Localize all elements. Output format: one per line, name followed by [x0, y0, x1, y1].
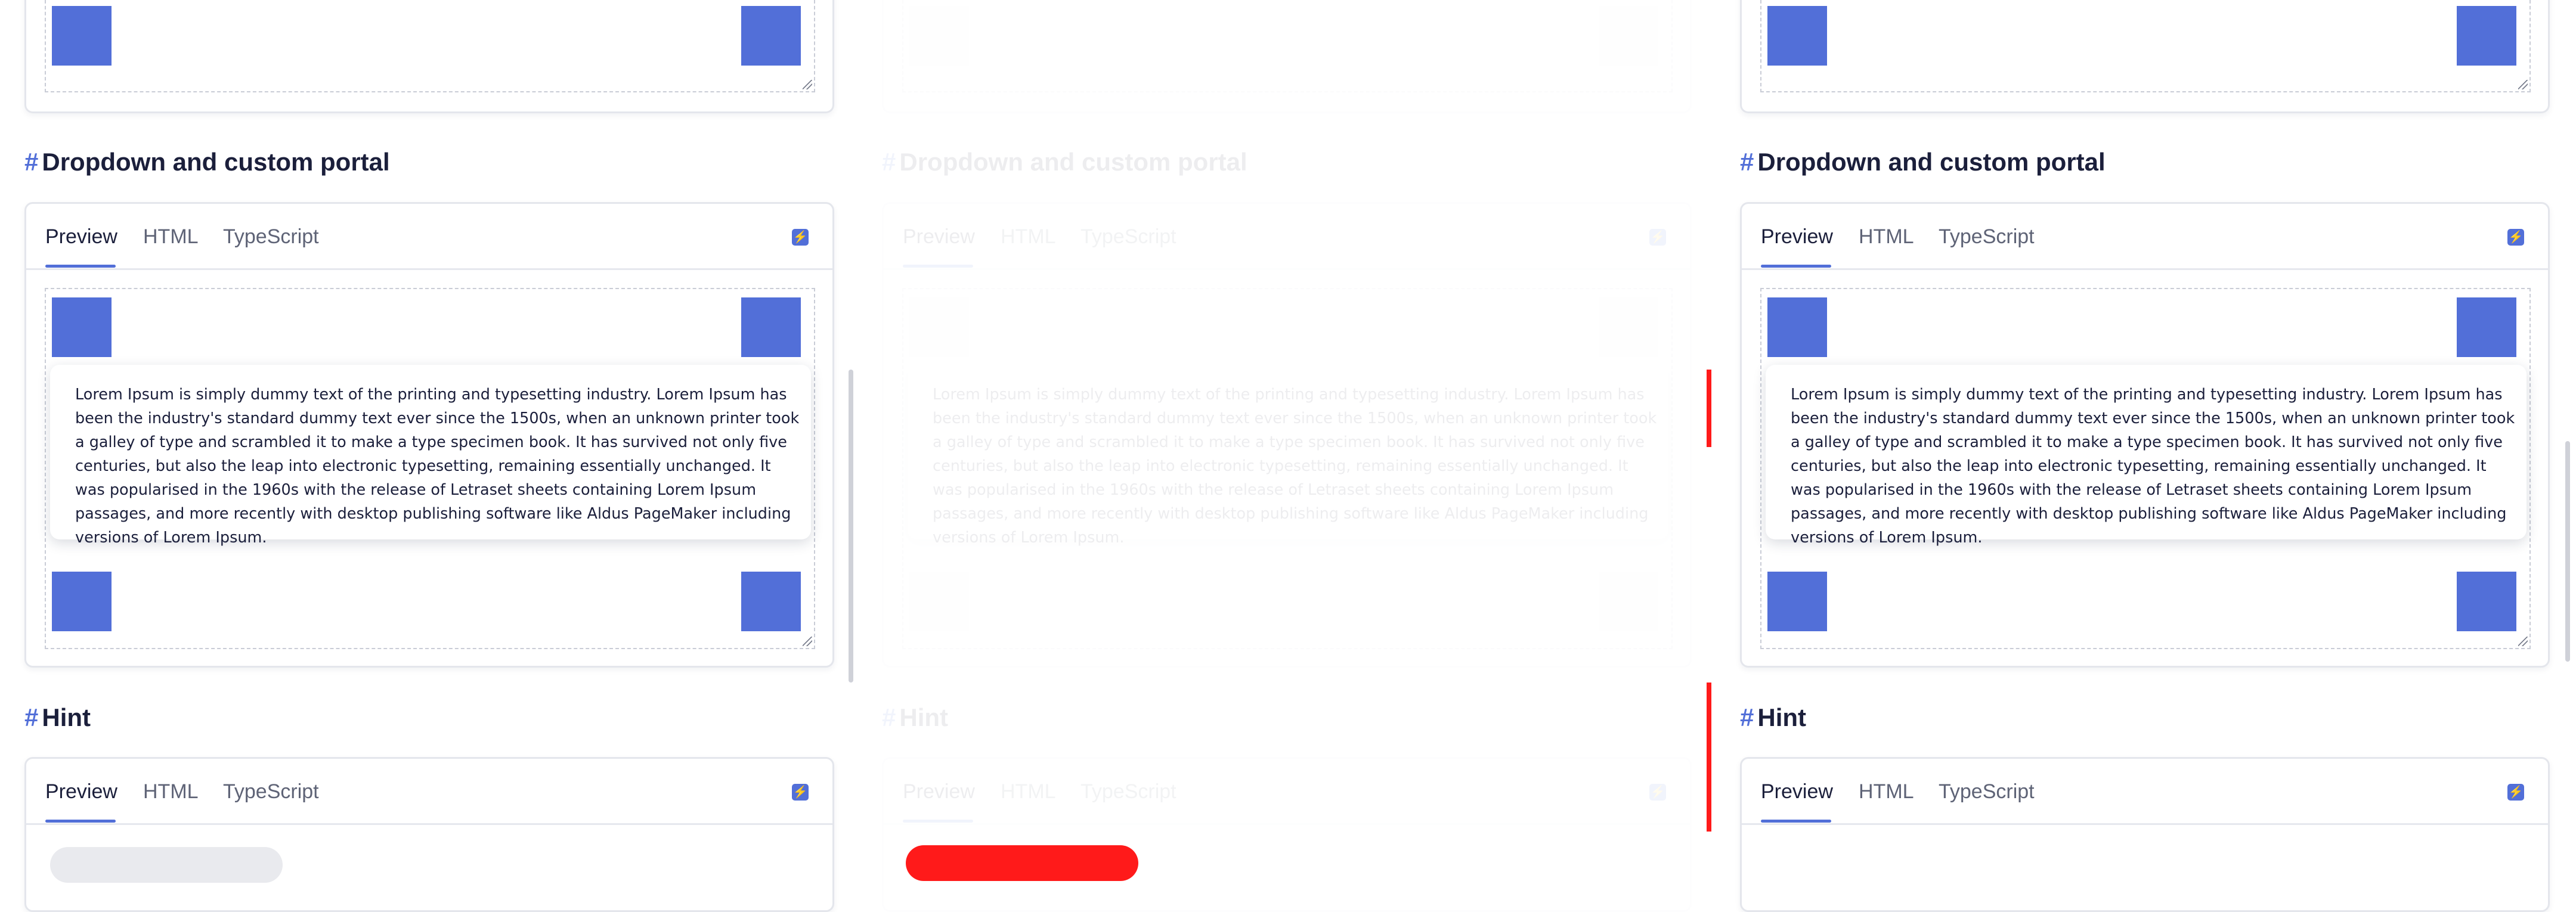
lightning-icon[interactable]: ⚡ [792, 229, 809, 246]
lightning-icon[interactable]: ⚡ [2507, 784, 2524, 801]
anchor-link[interactable]: # [882, 148, 896, 176]
anchor-square[interactable] [741, 6, 801, 66]
active-tab-indicator [45, 820, 116, 823]
demo-card-dropdown: Preview HTML TypeScript ⚡ Lorem Ipsum is… [882, 202, 1692, 668]
anchor-square[interactable] [2457, 297, 2516, 357]
demo-card-dropdown: Preview HTML TypeScript ⚡ Lorem Ipsum is… [1740, 202, 2550, 668]
section-heading-hint: # Hint [1740, 703, 1807, 731]
anchor-square[interactable] [2457, 6, 2516, 66]
demo-card-hint: Preview HTML TypeScript ⚡ [1740, 757, 2550, 912]
demo-column-3: # Dropdown and custom portal Preview HTML… [1740, 0, 2570, 912]
anchor-square[interactable] [1767, 6, 1827, 66]
tab-typescript[interactable]: TypeScript [1080, 780, 1176, 804]
anchor-square[interactable] [1599, 572, 1658, 631]
dropdown-popover: Lorem Ipsum is simply dummy text of the … [1766, 365, 2527, 547]
tab-bar: Preview HTML TypeScript ⚡ [26, 204, 832, 270]
section-heading-dropdown: # Dropdown and custom portal [24, 148, 390, 176]
anchor-square[interactable] [1599, 6, 1658, 66]
anchor-square[interactable] [52, 572, 112, 631]
section-heading-dropdown: # Dropdown and custom portal [882, 148, 1247, 176]
anchor-square[interactable] [52, 297, 112, 357]
active-tab-indicator [903, 820, 973, 823]
previous-demo-card [24, 0, 834, 113]
active-tab-indicator [903, 265, 973, 268]
resize-grip-icon[interactable] [803, 637, 812, 646]
tab-preview[interactable]: Preview [1761, 780, 1833, 804]
active-tab-indicator [45, 265, 116, 268]
demo-column-1: # Dropdown and custom portal Preview HTML… [24, 0, 853, 912]
anchor-link[interactable]: # [1740, 703, 1754, 731]
demo-column-2: # Dropdown and custom portal Preview HTML… [882, 0, 1693, 912]
demo-frame [902, 0, 1673, 92]
popover-text: Lorem Ipsum is simply dummy text of the … [933, 386, 1657, 547]
anchor-square[interactable] [909, 297, 969, 357]
tab-bar: Preview HTML TypeScript ⚡ [1742, 204, 2548, 270]
lightning-icon[interactable]: ⚡ [1649, 229, 1666, 246]
tab-typescript[interactable]: TypeScript [1939, 780, 2035, 804]
anchor-square[interactable] [1767, 297, 1827, 357]
active-tab-indicator [1761, 820, 1831, 823]
tab-html[interactable]: HTML [143, 780, 199, 804]
anchor-square[interactable] [741, 297, 801, 357]
dropdown-popover: Lorem Ipsum is simply dummy text of the … [908, 365, 1668, 547]
dropdown-popover: Lorem Ipsum is simply dummy text of the … [50, 365, 811, 547]
tab-preview[interactable]: Preview [1761, 225, 1833, 249]
anchor-square[interactable] [1767, 572, 1827, 631]
tab-bar: Preview HTML TypeScript ⚡ [26, 759, 832, 825]
popover-text: Lorem Ipsum is simply dummy text of the … [75, 386, 800, 547]
anchor-square[interactable] [909, 572, 969, 631]
anchor-square[interactable] [909, 6, 969, 66]
tab-html[interactable]: HTML [1001, 225, 1056, 249]
section-heading-dropdown: # Dropdown and custom portal [1740, 148, 2106, 176]
tab-html[interactable]: HTML [1859, 780, 1914, 804]
tab-html[interactable]: HTML [1859, 225, 1914, 249]
resize-grip-icon[interactable] [2518, 637, 2528, 646]
tab-typescript[interactable]: TypeScript [1080, 225, 1176, 249]
lightning-icon[interactable]: ⚡ [2507, 229, 2524, 246]
demo-frame [1760, 0, 2531, 92]
active-tab-indicator [1761, 265, 1831, 268]
scrollbar-thumb[interactable] [2565, 441, 2570, 662]
section-heading-hint: # Hint [882, 703, 949, 731]
highlight-marker [1707, 370, 1711, 447]
demo-card-hint: Preview HTML TypeScript ⚡ [24, 757, 834, 912]
popover-text: Lorem Ipsum is simply dummy text of the … [1791, 386, 2515, 547]
demo-card-hint: Preview HTML TypeScript ⚡ [882, 757, 1692, 912]
tab-html[interactable]: HTML [1001, 780, 1056, 804]
anchor-link[interactable]: # [24, 703, 38, 731]
tab-typescript[interactable]: TypeScript [223, 780, 319, 804]
anchor-square[interactable] [52, 6, 112, 66]
scrollbar-thumb[interactable] [849, 370, 853, 683]
highlight-marker [1707, 683, 1711, 832]
demo-card-dropdown: Preview HTML TypeScript ⚡ Lorem Ipsum is… [24, 202, 834, 668]
tab-preview[interactable]: Preview [45, 780, 117, 804]
anchor-link[interactable]: # [882, 703, 896, 731]
tab-html[interactable]: HTML [143, 225, 199, 249]
lightning-icon[interactable]: ⚡ [1649, 784, 1666, 801]
demo-frame [45, 0, 815, 92]
tab-typescript[interactable]: TypeScript [1939, 225, 2035, 249]
lightning-icon[interactable]: ⚡ [792, 784, 809, 801]
tab-preview[interactable]: Preview [903, 225, 975, 249]
previous-demo-card [1740, 0, 2550, 113]
resize-grip-icon[interactable] [803, 80, 812, 89]
hint-host-chip[interactable] [50, 847, 283, 883]
previous-demo-card [882, 0, 1692, 113]
tab-preview[interactable]: Preview [45, 225, 117, 249]
tab-typescript[interactable]: TypeScript [223, 225, 319, 249]
section-heading-hint: # Hint [24, 703, 91, 731]
anchor-link[interactable]: # [24, 148, 38, 176]
tab-preview[interactable]: Preview [903, 780, 975, 804]
anchor-square[interactable] [2457, 572, 2516, 631]
anchor-square[interactable] [1599, 297, 1658, 357]
hint-host-chip[interactable] [906, 845, 1138, 881]
tab-bar: Preview HTML TypeScript ⚡ [1742, 759, 2548, 825]
tab-bar: Preview HTML TypeScript ⚡ [884, 759, 1690, 825]
anchor-link[interactable]: # [1740, 148, 1754, 176]
tab-bar: Preview HTML TypeScript ⚡ [884, 204, 1690, 270]
anchor-square[interactable] [741, 572, 801, 631]
resize-grip-icon[interactable] [2518, 80, 2528, 89]
